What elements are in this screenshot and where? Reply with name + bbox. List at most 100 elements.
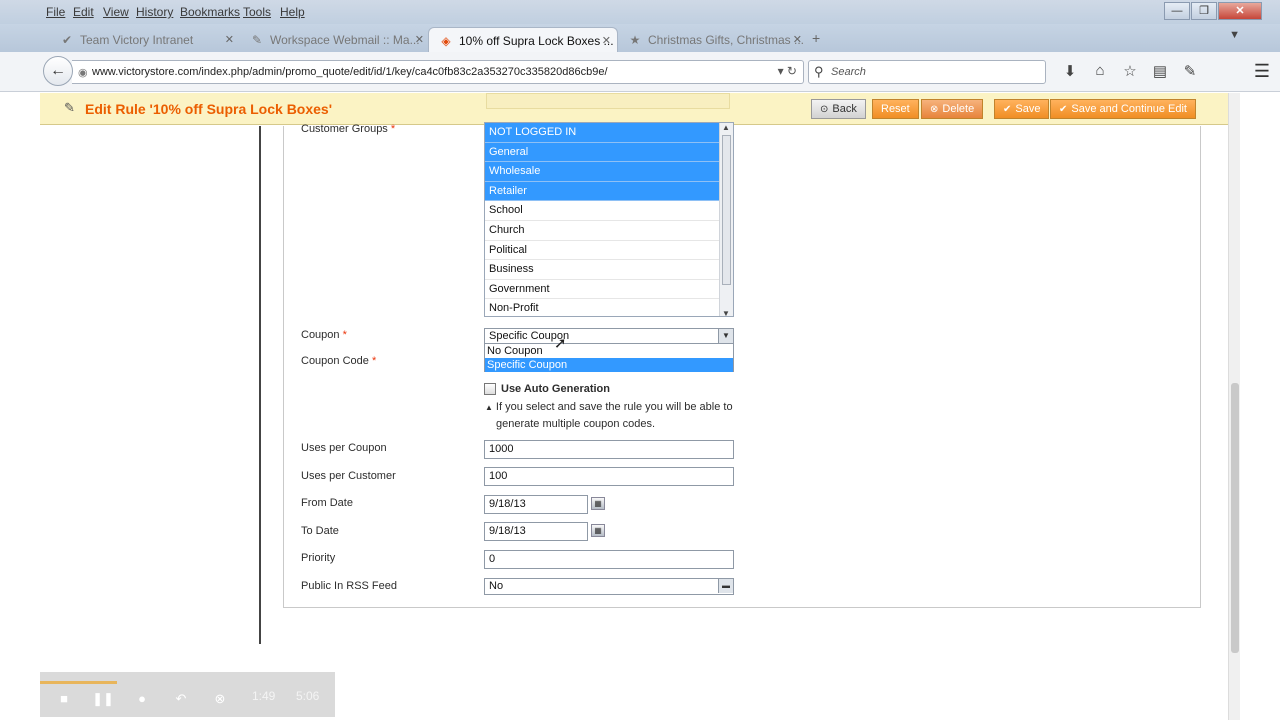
page-scroll-thumb[interactable] — [1231, 383, 1239, 653]
tab-team-victory[interactable]: ✔ Team Victory Intranet ✕ — [50, 27, 240, 52]
page-scrollbar[interactable] — [1228, 93, 1240, 720]
magento-icon: ◈ — [441, 34, 451, 48]
webmail-icon: ✎ — [251, 33, 263, 47]
rss-feed-select[interactable]: No ▬ — [484, 578, 734, 595]
video-total-time: 5:06 — [296, 689, 320, 703]
uses-per-coupon-label: Uses per Coupon — [301, 442, 387, 454]
use-auto-generation-checkbox[interactable] — [484, 383, 496, 395]
tab-edit-rule[interactable]: ◈ 10% off Supra Lock Boxes ... ✕ — [428, 27, 618, 52]
priority-input[interactable]: 0 — [484, 550, 734, 569]
volume-icon[interactable]: ● — [131, 688, 153, 710]
coupon-option-specific-coupon[interactable]: Specific Coupon — [485, 358, 733, 372]
coupon-option-no-coupon[interactable]: No Coupon — [485, 344, 733, 358]
calendar-icon[interactable]: ▦ — [591, 524, 605, 537]
scroll-up-icon[interactable]: ▲ — [722, 123, 730, 132]
reload-icon[interactable]: ▾ ↻ — [778, 64, 797, 78]
fullscreen-icon[interactable]: ⊗ — [209, 688, 231, 710]
stop-icon[interactable]: ■ — [53, 688, 75, 710]
menu-tools[interactable]: Tools — [243, 5, 271, 19]
save-button-label: Save — [1015, 103, 1041, 115]
customer-group-option[interactable]: Political — [485, 241, 719, 261]
menu-history[interactable]: History — [136, 5, 173, 19]
tab-christmas-gifts[interactable]: ★ Christmas Gifts, Christmas ... ✕ — [618, 27, 808, 52]
chevron-down-icon[interactable]: ▬ — [718, 579, 733, 593]
scroll-down-icon[interactable]: ▼ — [722, 309, 730, 316]
video-progress-bar[interactable] — [40, 681, 117, 684]
customer-group-option[interactable]: Government — [485, 280, 719, 300]
customer-group-option[interactable]: NOT LOGGED IN — [485, 123, 719, 143]
menu-bookmarks[interactable]: Bookmarks — [180, 5, 240, 19]
tab-title: Workspace Webmail :: Ma... — [270, 33, 420, 47]
window-controls: — ❐ ✕ — [1163, 2, 1262, 20]
customer-groups-multiselect[interactable]: NOT LOGGED IN General Wholesale Retailer Sch… — [484, 122, 734, 317]
from-date-label: From Date — [301, 497, 353, 509]
left-column-divider — [259, 126, 261, 644]
menu-view[interactable]: View — [103, 5, 129, 19]
toolbar-icons: ⬇ ⌂ ☆ ▤ ✎ — [1055, 62, 1205, 80]
restore-icon[interactable]: ❐ — [1191, 2, 1217, 20]
customer-group-option[interactable]: General — [485, 142, 719, 163]
back-button[interactable]: ⊙ Back — [811, 99, 866, 119]
calendar-icon[interactable]: ▦ — [591, 497, 605, 510]
delete-x-icon: ⊗ — [930, 104, 939, 115]
customer-group-option[interactable]: Retailer — [485, 181, 719, 202]
download-icon[interactable]: ⬇ — [1055, 62, 1085, 80]
url-bar[interactable]: ◉ www.victorystore.com/index.php/admin/p… — [72, 60, 804, 84]
coupon-dropdown-list: No Coupon Specific Coupon — [484, 343, 734, 372]
customer-group-option[interactable]: Wholesale — [485, 162, 719, 182]
coupon-code-label: Coupon Code * — [301, 355, 377, 367]
new-tab-icon[interactable]: + — [812, 30, 820, 46]
close-window-icon[interactable]: ✕ — [1218, 2, 1262, 20]
pen-icon[interactable]: ✎ — [1175, 62, 1205, 80]
chevron-down-icon[interactable]: ▼ — [718, 329, 733, 343]
list-all-tabs-icon[interactable]: ▼ — [1229, 29, 1240, 41]
search-bar[interactable]: ⚲ Search — [808, 60, 1046, 84]
close-tab-icon[interactable]: ✕ — [415, 33, 424, 46]
close-tab-icon[interactable]: ✕ — [602, 34, 611, 47]
priority-label: Priority — [301, 552, 336, 564]
reset-button[interactable]: Reset — [872, 99, 919, 119]
rewind-icon[interactable]: ↶ — [170, 688, 192, 710]
from-date-input[interactable]: 9/18/13 — [484, 495, 588, 514]
reset-button-label: Reset — [881, 103, 910, 115]
admin-page: ✎ Edit Rule '10% off Supra Lock Boxes' ⊙… — [40, 93, 1228, 720]
uses-per-customer-input[interactable]: 100 — [484, 467, 734, 486]
home-icon[interactable]: ⌂ — [1085, 62, 1115, 80]
close-tab-icon[interactable]: ✕ — [225, 33, 234, 46]
menu-hamburger-icon[interactable]: ☰ — [1254, 61, 1270, 82]
bookmark-star-icon[interactable]: ☆ — [1115, 62, 1145, 80]
back-button-label: Back — [832, 103, 857, 115]
rss-feed-label: Public In RSS Feed — [301, 580, 397, 592]
delete-button-label: Delete — [942, 103, 975, 115]
multiselect-scrollbar[interactable]: ▲ ▼ — [719, 123, 733, 316]
clipboard-icon[interactable]: ▤ — [1145, 62, 1175, 80]
menu-file[interactable]: File — [46, 5, 65, 19]
check-icon: ✔ — [61, 33, 73, 47]
coupon-select[interactable]: Specific Coupon ▼ — [484, 328, 734, 344]
to-date-input[interactable]: 9/18/13 — [484, 522, 588, 541]
close-tab-icon[interactable]: ✕ — [793, 33, 802, 46]
auto-generation-note: ▲ If you select and save the rule you wil… — [485, 399, 735, 432]
pause-icon[interactable]: ❚❚ — [92, 688, 114, 710]
page-header: ✎ Edit Rule '10% off Supra Lock Boxes' ⊙… — [40, 93, 1228, 125]
customer-group-option[interactable]: Church — [485, 221, 719, 241]
menu-help[interactable]: Help — [280, 5, 305, 19]
customer-group-option[interactable]: Business — [485, 260, 719, 280]
save-continue-button[interactable]: ✔ Save and Continue Edit — [1050, 99, 1196, 119]
save-button[interactable]: ✔ Save — [994, 99, 1050, 119]
customer-group-option[interactable]: School — [485, 201, 719, 221]
search-icon: ⚲ — [814, 64, 824, 79]
tab-webmail[interactable]: ✎ Workspace Webmail :: Ma... ✕ — [240, 27, 430, 52]
url-text: www.victorystore.com/index.php/admin/pro… — [92, 66, 608, 78]
scroll-thumb[interactable] — [722, 135, 731, 285]
menu-edit[interactable]: Edit — [73, 5, 94, 19]
note-line-1: If you select and save the rule you will… — [495, 401, 733, 413]
mouse-pointer-icon: ➚ — [554, 335, 567, 352]
globe-icon: ◉ — [78, 67, 88, 79]
back-arrow-icon[interactable]: ← — [43, 56, 73, 86]
uses-per-coupon-input[interactable]: 1000 — [484, 440, 734, 459]
minimize-icon[interactable]: — — [1164, 2, 1190, 20]
customer-group-option[interactable]: Non-Profit — [485, 299, 719, 316]
to-date-label: To Date — [301, 525, 339, 537]
delete-button[interactable]: ⊗ Delete — [921, 99, 984, 119]
